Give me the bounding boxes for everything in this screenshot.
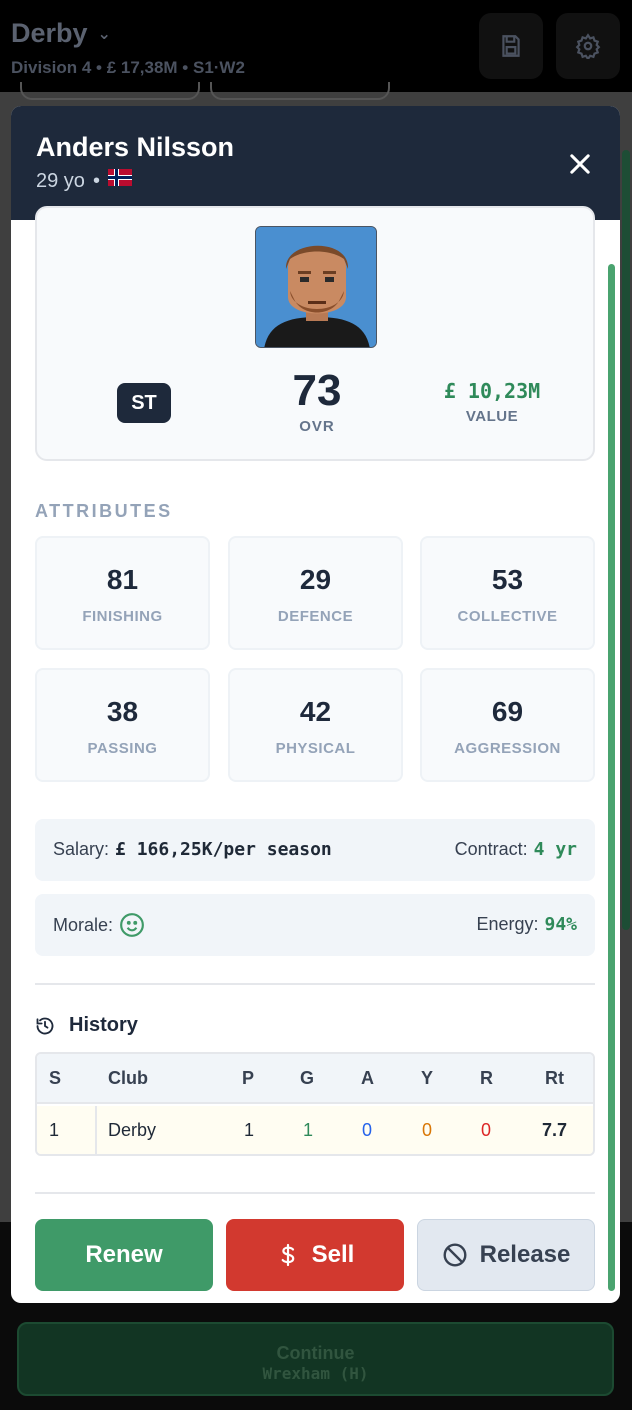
season-cell: 1 <box>49 1120 60 1140</box>
smiley-icon <box>120 913 144 937</box>
top-bar: Derby ⌄ Division 4 • £ 17,38M • S1·W2 <box>0 0 632 92</box>
attribute-value: 29 <box>299 564 332 595</box>
attribute-value: 69 <box>491 696 524 727</box>
column-header: A <box>361 1068 374 1088</box>
divider <box>35 983 595 985</box>
player-modal: Anders Nilsson 29 yo • ST 73 OVR £ 10,23… <box>11 106 620 1303</box>
release-button[interactable]: Release <box>417 1219 595 1291</box>
scrollbar[interactable] <box>608 264 615 1291</box>
team-summary: Division 4 • £ 17,38M • S1·W2 <box>11 58 245 77</box>
played-cell: 1 <box>244 1120 255 1140</box>
value-label: VALUE <box>465 408 519 425</box>
team-selector[interactable]: Derby ⌄ <box>11 18 111 49</box>
column-divider <box>95 1106 97 1154</box>
table-header: S Club P G A Y R Rt <box>37 1054 593 1104</box>
ban-icon <box>443 1243 467 1267</box>
player-name: Anders Nilsson <box>36 132 235 162</box>
save-button[interactable] <box>479 13 543 79</box>
team-name: Derby <box>11 18 88 48</box>
separator: • <box>92 170 100 192</box>
attribute-value: 42 <box>299 696 332 727</box>
background-tab <box>20 82 200 100</box>
attribute-card: 69 AGGRESSION <box>420 668 595 782</box>
next-match: Wrexham (H) <box>262 1364 369 1383</box>
attribute-label: PHYSICAL <box>275 740 356 757</box>
attribute-label: COLLECTIVE <box>457 608 558 625</box>
background-scrollbar <box>622 150 630 930</box>
renew-label: Renew <box>85 1241 163 1268</box>
energy-label: Energy: <box>476 914 539 934</box>
sell-button[interactable]: Sell <box>226 1219 404 1291</box>
background-tab <box>210 82 390 100</box>
continue-button[interactable]: Continue Wrexham (H) <box>17 1322 614 1396</box>
chevron-down-icon: ⌄ <box>97 25 111 43</box>
club-cell: Derby <box>108 1120 157 1140</box>
attribute-value: 81 <box>106 564 139 595</box>
assists-cell: 0 <box>362 1120 373 1140</box>
salary-value: £ 166,25K/per season <box>115 839 332 860</box>
status-info: Morale: Energy: 94% <box>35 894 595 956</box>
history-icon <box>36 1017 54 1034</box>
history-title: History <box>69 1014 138 1036</box>
table-row: 1 Derby 1 1 0 0 0 7.7 <box>37 1106 593 1154</box>
energy-value: 94% <box>544 914 577 935</box>
attribute-card: 81 FINISHING <box>35 536 210 650</box>
position-badge: ST <box>117 383 171 423</box>
column-header: R <box>480 1068 493 1088</box>
modal-header: Anders Nilsson 29 yo • <box>11 106 620 220</box>
norway-flag-icon <box>107 169 132 186</box>
contract-info: Salary: £ 166,25K/per season Contract: 4… <box>35 819 595 881</box>
column-header: S <box>49 1068 62 1088</box>
attribute-card: 29 DEFENCE <box>228 536 403 650</box>
column-header: Rt <box>545 1068 564 1088</box>
contract-label: Contract: <box>454 839 528 859</box>
column-header: Y <box>421 1068 434 1088</box>
column-header: G <box>300 1068 315 1088</box>
attribute-card: 53 COLLECTIVE <box>420 536 595 650</box>
attribute-value: 53 <box>491 564 524 595</box>
ovr-label: OVR <box>299 418 335 435</box>
player-meta: 29 yo • <box>36 169 132 193</box>
continue-label: Continue <box>276 1343 355 1363</box>
market-value: £ 10,23M <box>443 379 541 403</box>
ovr-value: 73 <box>292 366 342 415</box>
attribute-label: PASSING <box>87 740 158 757</box>
yellow-cards-cell: 0 <box>422 1120 433 1140</box>
renew-button[interactable]: Renew <box>35 1219 213 1291</box>
player-card: ST 73 OVR £ 10,23M VALUE <box>35 206 595 461</box>
settings-button[interactable] <box>556 13 620 79</box>
close-icon[interactable] <box>566 150 594 178</box>
sell-label: Sell <box>311 1241 355 1268</box>
contract-value: 4 yr <box>533 839 577 860</box>
divider <box>35 1192 595 1194</box>
dollar-icon <box>281 1243 294 1267</box>
attributes-title: ATTRIBUTES <box>35 501 173 521</box>
rating-cell: 7.7 <box>542 1120 568 1140</box>
column-header: Club <box>108 1068 148 1088</box>
attribute-card: 42 PHYSICAL <box>228 668 403 782</box>
save-icon <box>502 35 520 57</box>
attribute-value: 38 <box>106 696 139 727</box>
release-label: Release <box>479 1241 571 1268</box>
player-age: 29 yo <box>36 170 85 192</box>
attribute-label: AGGRESSION <box>454 740 561 757</box>
salary-label: Salary: <box>53 839 110 859</box>
attribute-label: FINISHING <box>82 608 163 625</box>
morale-label: Morale: <box>53 914 114 935</box>
history-table: S Club P G A Y R Rt 1 Derby 1 1 0 0 0 7.… <box>35 1052 595 1156</box>
player-avatar <box>255 226 377 348</box>
attribute-label: DEFENCE <box>277 608 354 625</box>
history-header: History <box>35 1014 138 1037</box>
attribute-card: 38 PASSING <box>35 668 210 782</box>
goals-cell: 1 <box>303 1120 314 1140</box>
gear-icon <box>575 33 601 59</box>
column-header: P <box>242 1068 255 1088</box>
red-cards-cell: 0 <box>481 1120 492 1140</box>
